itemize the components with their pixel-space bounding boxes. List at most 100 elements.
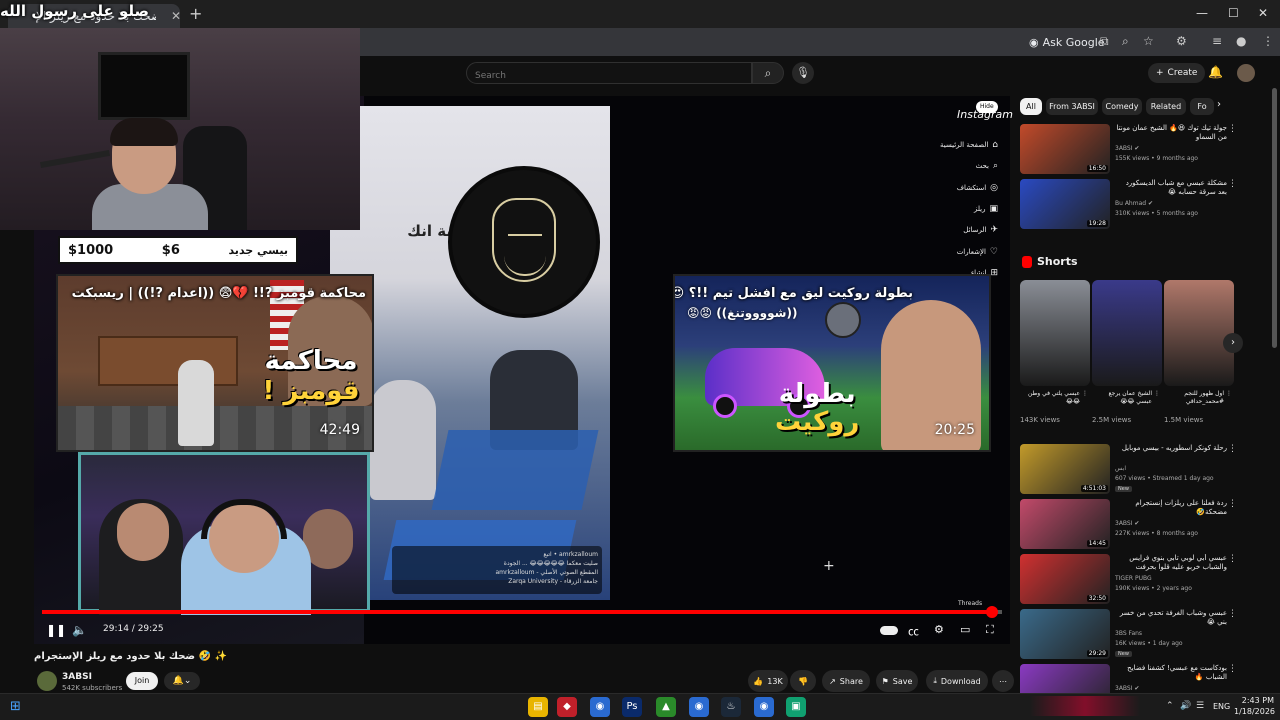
- zoom-icon[interactable]: ⌕: [1122, 34, 1129, 49]
- video-title[interactable]: عبسي وشباب الغرفة تحدي من خسر بني 😭: [1115, 609, 1227, 627]
- chip-related[interactable]: Related: [1146, 98, 1186, 115]
- short-title[interactable]: عبسي يلتي في وطن 😂😂: [1020, 390, 1080, 406]
- nvidia-icon[interactable]: ▲: [656, 697, 676, 717]
- recommended-video[interactable]: 16:50 جولة تيك توك 😆🔥 الشيخ عمان مونتا من…: [1020, 124, 1260, 176]
- app-icon[interactable]: ◆: [557, 697, 577, 717]
- app-icon[interactable]: ▣: [786, 697, 806, 717]
- search-input[interactable]: [467, 66, 751, 86]
- miniplayer-icon[interactable]: ▭: [960, 623, 970, 636]
- video-title[interactable]: بودكاست مع عبسي! كشفنا فضايح الشباب 🔥: [1115, 664, 1227, 682]
- profile-icon[interactable]: ●: [1236, 34, 1246, 48]
- recommended-video[interactable]: 19:28 مشكلة عبسي مع شباب الديسكورد بعد سر…: [1020, 179, 1260, 231]
- bookmark-star-icon[interactable]: ☆: [1143, 34, 1154, 48]
- channel-name[interactable]: 3ABSI: [62, 672, 92, 682]
- voice-search-button[interactable]: 🎙: [792, 62, 814, 84]
- video-title[interactable]: رحلة كونكر اسطوريه - بيسي موبايل: [1115, 444, 1227, 453]
- cast-icon[interactable]: ⧉: [1100, 34, 1109, 49]
- more-options-icon[interactable]: ⋮: [1228, 499, 1237, 509]
- ask-google-button[interactable]: ◉ Ask Google: [1023, 33, 1111, 51]
- channel-avatar[interactable]: [37, 671, 57, 691]
- end-screen-video-card[interactable]: محاكمة قومبز ?!! 💔😨 ((اعدام ?!)) | ريسبك…: [56, 274, 374, 452]
- notifications-bell-icon[interactable]: 🔔: [1208, 65, 1223, 79]
- short-title[interactable]: الشيخ عمان يرجع عبسي 😂😭: [1092, 390, 1152, 406]
- menu-dots-icon[interactable]: ⋮: [1262, 34, 1274, 48]
- fullscreen-icon[interactable]: ⛶: [986, 623, 994, 637]
- captions-icon[interactable]: ㏄: [908, 623, 919, 639]
- media-icon[interactable]: ≡: [1212, 34, 1222, 48]
- video-thumbnail[interactable]: 32:50: [1020, 554, 1110, 604]
- close-window-button[interactable]: ✕: [1258, 6, 1268, 20]
- network-icon[interactable]: ☰: [1196, 701, 1204, 711]
- more-options-icon[interactable]: ⋮: [1152, 390, 1160, 398]
- chrome-icon[interactable]: ◉: [590, 697, 610, 717]
- video-thumbnail[interactable]: 4:51:03: [1020, 444, 1110, 494]
- more-options-icon[interactable]: ⋮: [1228, 664, 1237, 674]
- dislike-button[interactable]: 👎: [790, 670, 816, 692]
- subscribe-bell-button[interactable]: 🔔⌄: [164, 672, 200, 690]
- more-options-icon[interactable]: ⋮: [1228, 554, 1237, 564]
- chip-all[interactable]: All: [1020, 98, 1042, 115]
- chip-from-channel[interactable]: From 3ABSI: [1046, 98, 1098, 115]
- recommended-video[interactable]: 4:51:03 رحلة كونكر اسطوريه - بيسي موبايل ا…: [1020, 444, 1260, 496]
- ig-menu-item[interactable]: ⌂ الصفحة الرئيسية: [934, 140, 998, 150]
- tray-chevron-icon[interactable]: ⌃: [1166, 701, 1174, 711]
- settings-gear-icon[interactable]: ⚙: [934, 623, 944, 636]
- ig-menu-item[interactable]: ♡ الإشعارات: [934, 247, 998, 257]
- recommended-video[interactable]: 14:45 ردة فعلنا على ريلزات إنستجرام مضحكة…: [1020, 499, 1260, 551]
- video-thumbnail[interactable]: 29:29: [1020, 609, 1110, 659]
- account-avatar[interactable]: [1237, 64, 1255, 82]
- ig-menu-item[interactable]: ⌕ بحث: [934, 161, 998, 171]
- more-options-icon[interactable]: ⋮: [1228, 609, 1237, 619]
- more-options-icon[interactable]: ⋮: [1228, 444, 1237, 454]
- file-explorer-icon[interactable]: ▤: [528, 697, 548, 717]
- more-options-icon[interactable]: ⋮: [1080, 390, 1088, 398]
- speaker-icon[interactable]: 🔊: [1180, 701, 1191, 711]
- video-title[interactable]: ردة فعلنا على ريلزات إنستجرام مضحكة🤣: [1115, 499, 1227, 517]
- short-thumbnail[interactable]: [1020, 280, 1090, 386]
- maximize-button[interactable]: ☐: [1228, 6, 1239, 20]
- chip-comedy[interactable]: Comedy: [1102, 98, 1142, 115]
- ig-menu-item[interactable]: ✈ الرسائل: [934, 225, 998, 235]
- minimize-button[interactable]: —: [1196, 6, 1208, 20]
- recommended-video[interactable]: 29:29 عبسي وشباب الغرفة تحدي من خسر بني 😭…: [1020, 609, 1260, 661]
- short-title[interactable]: اول ظهور للنجم #محمد_حداقي: [1164, 390, 1224, 406]
- extensions-icon[interactable]: ⚙: [1176, 34, 1187, 48]
- short-thumbnail[interactable]: [1092, 280, 1162, 386]
- video-title[interactable]: عبسي أبي لوبي تابي بنوي فرايس والشباب خر…: [1115, 554, 1227, 572]
- download-button[interactable]: ⤓ Download: [926, 670, 988, 692]
- more-options-icon[interactable]: ⋮: [1228, 179, 1237, 189]
- video-title[interactable]: جولة تيك توك 😆🔥 الشيخ عمان مونتا من السم…: [1115, 124, 1228, 142]
- more-options-icon[interactable]: ⋮: [1228, 124, 1237, 134]
- more-actions-button[interactable]: ⋯: [992, 670, 1014, 692]
- ig-menu-item[interactable]: ▣ ريلز: [934, 204, 998, 214]
- more-options-icon[interactable]: ⋮: [1224, 390, 1232, 398]
- chrome-icon[interactable]: ◉: [754, 697, 774, 717]
- create-button[interactable]: + Create: [1148, 63, 1206, 83]
- recommended-video[interactable]: 32:50 عبسي أبي لوبي تابي بنوي فرايس والشب…: [1020, 554, 1260, 606]
- autoplay-toggle[interactable]: [880, 626, 898, 635]
- search-button[interactable]: ⌕: [752, 62, 784, 84]
- like-button[interactable]: 👍 13K: [748, 670, 788, 692]
- end-screen-video-card[interactable]: بطولة روكيت ليق مع افشل تيم !!؟ 😍🔥 ((شوو…: [673, 274, 991, 452]
- video-thumbnail[interactable]: 16:50: [1020, 124, 1110, 174]
- language-indicator[interactable]: ENG: [1213, 702, 1230, 711]
- shorts-next-button[interactable]: ›: [1223, 333, 1243, 353]
- steam-icon[interactable]: ♨: [721, 697, 741, 717]
- ig-menu-item[interactable]: ◎ استكشاف: [934, 183, 998, 193]
- hide-button[interactable]: Hide: [976, 101, 998, 113]
- chip-more[interactable]: Fo: [1190, 98, 1214, 115]
- volume-icon[interactable]: 🔈: [72, 623, 87, 637]
- share-button[interactable]: ↗ Share: [822, 670, 870, 692]
- short-thumbnail[interactable]: [1164, 280, 1234, 386]
- clock-time[interactable]: 2:43 PM: [1234, 696, 1274, 705]
- start-button[interactable]: ⊞: [10, 699, 21, 714]
- video-thumbnail[interactable]: 14:45: [1020, 499, 1110, 549]
- new-tab-button[interactable]: +: [189, 4, 202, 23]
- clock-date[interactable]: 1/18/2026: [1234, 707, 1275, 716]
- video-title[interactable]: مشكلة عبسي مع شباب الديسكورد بعد سرقة حس…: [1115, 179, 1227, 197]
- close-tab-icon[interactable]: ✕: [171, 9, 181, 23]
- video-thumbnail[interactable]: 19:28: [1020, 179, 1110, 229]
- photoshop-icon[interactable]: Ps: [622, 697, 642, 717]
- pause-button[interactable]: ❚❚: [46, 623, 66, 637]
- join-button[interactable]: Join: [126, 672, 158, 690]
